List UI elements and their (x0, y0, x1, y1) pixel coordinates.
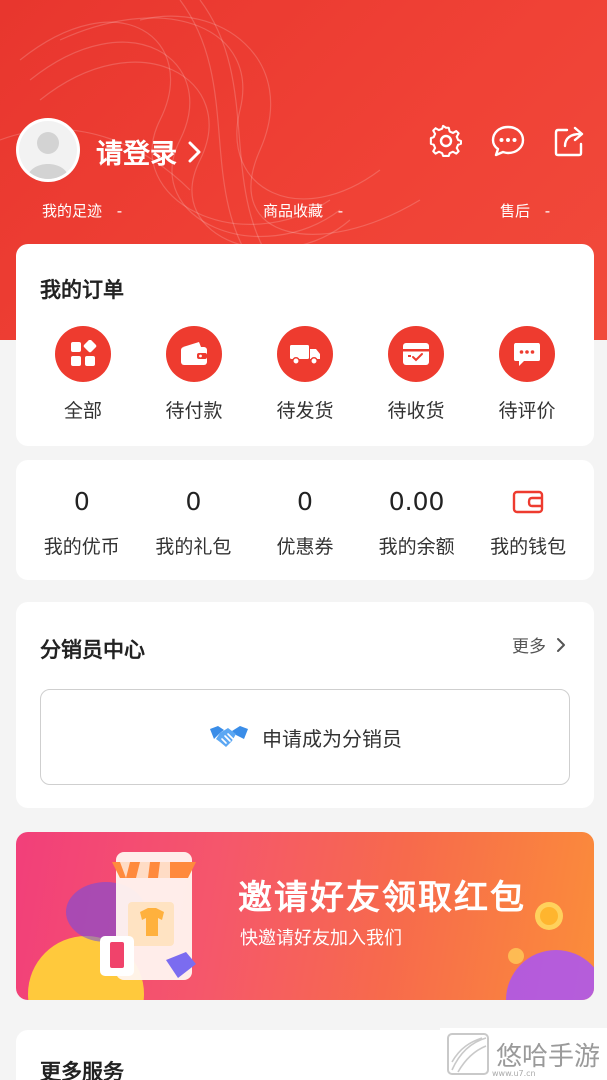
asset-gift-packs[interactable]: 0 我的礼包 (138, 484, 250, 559)
order-label: 待付款 (165, 400, 223, 422)
wallet-icon (181, 342, 207, 365)
share-icon (554, 126, 584, 157)
asset-coins[interactable]: 0 我的优币 (26, 484, 138, 559)
order-label: 待收货 (387, 400, 445, 422)
inbox-icon (403, 343, 429, 365)
asset-wallet[interactable]: 我的钱包 (472, 484, 584, 559)
asset-label: 优惠券 (276, 536, 334, 558)
login-link[interactable]: 请登录 (96, 132, 201, 171)
asset-label: 我的优币 (43, 536, 120, 558)
order-label: 待发货 (276, 400, 334, 422)
settings-button[interactable] (427, 122, 465, 160)
wallet-outline-icon (512, 490, 544, 514)
asset-label: 我的钱包 (490, 536, 567, 558)
order-pending-review[interactable]: 待评价 (472, 326, 582, 423)
message-icon (491, 125, 525, 157)
apply-label: 申请成为分销员 (262, 726, 402, 751)
banner-title: 邀请好友领取红包 (238, 878, 526, 918)
stat-value: - (116, 202, 123, 220)
distributor-title: 分销员中心 (40, 638, 145, 662)
stat-value: - (337, 202, 344, 220)
order-all[interactable]: 全部 (28, 326, 138, 423)
more-label: 更多 (512, 637, 546, 657)
more-services-title: 更多服务 (40, 1060, 124, 1080)
stat-favorites[interactable]: 商品收藏 - (263, 200, 343, 221)
settings-icon (429, 124, 462, 157)
stat-label: 售后 (500, 202, 531, 220)
chevron-right-icon (557, 637, 565, 652)
site-watermark: 悠哈手游 www.u7.cn (440, 1028, 607, 1080)
asset-value: 0 (73, 487, 90, 516)
order-label: 全部 (63, 400, 102, 422)
watermark-url: www.u7.cn (492, 1069, 536, 1078)
watermark-logo-icon (447, 1033, 489, 1075)
order-pending-payment[interactable]: 待付款 (139, 326, 249, 423)
invite-banner[interactable]: 邀请好友领取红包 快邀请好友加入我们 (16, 832, 594, 1000)
asset-value: 0 (297, 487, 313, 516)
asset-coupons[interactable]: 0 优惠券 (249, 484, 361, 559)
stat-after-sales[interactable]: 售后 - (500, 200, 550, 221)
message-button[interactable] (489, 122, 527, 160)
order-pending-receipt[interactable]: 待收货 (361, 326, 471, 423)
distributor-card: 分销员中心 更多 申请成为分销员 (16, 602, 594, 808)
asset-label: 我的余额 (378, 536, 455, 558)
asset-balance[interactable]: 0.00 我的余额 (361, 484, 473, 559)
asset-value: 0.00 (388, 487, 445, 516)
stat-label: 我的足迹 (42, 202, 103, 220)
assets-card: 0 我的优币 0 我的礼包 0 优惠券 0.00 我的余额 我的钱包 (16, 460, 594, 580)
login-label: 请登录 (96, 139, 177, 170)
avatar[interactable] (16, 118, 80, 182)
stat-footprint[interactable]: 我的足迹 - (42, 200, 122, 221)
comment-icon (514, 343, 540, 366)
grid-icon (71, 340, 97, 366)
order-label: 待评价 (498, 400, 556, 422)
chevron-right-icon (188, 141, 201, 162)
asset-label: 我的礼包 (155, 536, 232, 558)
asset-value: 0 (185, 487, 202, 516)
truck-icon (290, 345, 320, 365)
handshake-icon (210, 726, 248, 747)
apply-distributor-button[interactable]: 申请成为分销员 (40, 689, 570, 785)
stat-value: - (544, 202, 551, 220)
orders-title: 我的订单 (40, 278, 124, 302)
watermark-text: 悠哈手游 (496, 1041, 601, 1072)
share-button[interactable] (551, 122, 589, 160)
more-link[interactable]: 更多 (512, 632, 566, 657)
banner-subtitle: 快邀请好友加入我们 (240, 928, 402, 949)
default-avatar-icon (19, 121, 77, 179)
stat-label: 商品收藏 (263, 202, 324, 220)
order-pending-shipment[interactable]: 待发货 (250, 326, 360, 423)
orders-card: 我的订单 全部 待付款 待发货 待收货 待评价 (16, 244, 594, 446)
